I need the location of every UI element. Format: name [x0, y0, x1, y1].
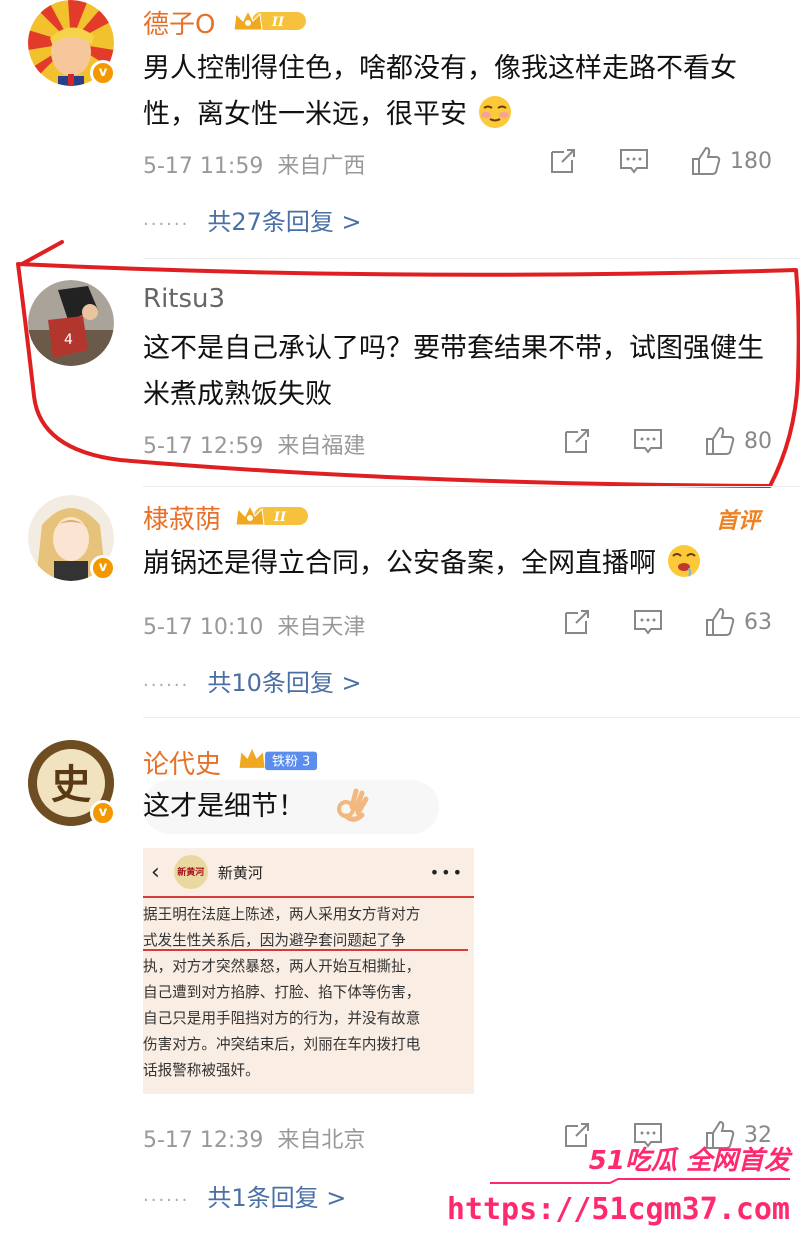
like-button[interactable]: 63 [704, 606, 772, 638]
verified-badge-icon: v [90, 800, 116, 826]
card-text: 据王明在法庭上陈述，两人采用女方背对方 式发生性关系后，因为避孕套问题起了争 执… [143, 902, 470, 1084]
verified-badge-icon: v [90, 555, 116, 581]
share-button[interactable] [562, 607, 592, 637]
like-count: 63 [744, 609, 772, 635]
share-icon [551, 149, 575, 173]
card-line: 据王明在法庭上陈述，两人采用女方背对方 [143, 906, 421, 923]
card-line: 执，对方才突然暴怒，两人开始互相撕扯， [143, 958, 421, 975]
comment-text-content: 崩锅还是得立合同，公安备案，全网直播啊 [143, 548, 656, 579]
first-comment-label: 首评 [715, 509, 760, 534]
dots-icon: ······ [143, 214, 190, 235]
watermark-brand: 51吃瓜 全网首发 [588, 1146, 790, 1176]
member-level-badge-icon: II [233, 9, 306, 31]
username[interactable]: 棣菽荫 [143, 499, 221, 536]
drool-emoji-icon [667, 545, 700, 577]
replies-text: 共27条回复 > [207, 208, 362, 236]
comment-date: 5-17 10:10 [143, 615, 264, 640]
comment-meta: 5-17 12:39 来自北京 [143, 1122, 365, 1154]
news-screenshot-card[interactable]: ‹ 新黄河 新黄河 ••• 据王明在法庭上陈述，两人采用女方背对方 式发生性关系… [143, 848, 474, 1094]
reply-button[interactable] [618, 146, 650, 176]
comment-date: 5-17 11:59 [143, 154, 264, 179]
level-text: II [273, 510, 287, 525]
ok-hand-emoji-icon [336, 788, 369, 822]
username[interactable]: 德子O [143, 4, 215, 41]
like-button[interactable]: 180 [690, 145, 772, 177]
comment-icon [620, 149, 648, 174]
card-line: 伤害对方。冲突结束后，刘丽在车内拨打电 [143, 1036, 421, 1053]
card-header: ‹ 新黄河 新黄河 ••• [143, 848, 474, 896]
card-line: 自己只是用手阻挡对方的行为，并没有故意 [143, 1010, 421, 1027]
level-text: II [271, 15, 285, 30]
source-logo-icon: 新黄河 [173, 855, 208, 889]
comment-meta: 5-17 10:10 来自天津 [143, 609, 365, 641]
comment-text: 男人控制得住色，啥都没有，像我这样走路不看女性，离女性一米远，很平安 [143, 46, 773, 138]
view-replies-link[interactable]: ······ 共1条回复 > [143, 1178, 346, 1213]
comment-actions: 180 [548, 144, 772, 178]
fan-badge-icon: 铁粉 3 [238, 746, 318, 771]
card-line: 自己遭到对方掐脖、打脸、掐下体等伤害， [143, 984, 421, 1001]
thumbs-up-icon [692, 146, 721, 175]
dots-icon: ······ [143, 1190, 190, 1211]
red-rule [143, 896, 474, 898]
view-replies-link[interactable]: ······ 共10条回复 > [143, 663, 362, 698]
comment-text: 崩锅还是得立合同，公安备案，全网直播啊 [143, 541, 773, 587]
replies-text: 共1条回复 > [207, 1184, 347, 1212]
avatar-char: 史 [51, 761, 91, 808]
like-count: 180 [730, 148, 772, 174]
comment-location: 来自天津 [277, 615, 366, 640]
watermark-url: https://51cgm37.com [446, 1192, 790, 1227]
username[interactable]: 论代史 [143, 744, 221, 781]
view-replies-link[interactable]: ······ 共27条回复 > [143, 202, 362, 237]
divider [143, 717, 800, 718]
comment-location: 来自广西 [277, 154, 366, 179]
card-line: 话报警称被强奸。 [143, 1062, 260, 1079]
verified-badge-icon: v [90, 60, 116, 86]
more-icon: ••• [429, 862, 464, 882]
comment-text-content: 男人控制得住色，啥都没有，像我这样走路不看女性，离女性一米远，很平安 [143, 53, 737, 130]
back-chevron-icon: ‹ [151, 859, 160, 885]
dots-icon: ······ [143, 675, 190, 696]
share-icon [565, 610, 589, 634]
comment-meta: 5-17 11:59 来自广西 [143, 148, 365, 180]
logo-text: 新黄河 [177, 868, 205, 878]
member-level-badge-icon: II [235, 504, 308, 526]
watermark: 51吃瓜 全网首发 https://51cgm37.com [447, 1140, 790, 1240]
comment-date: 5-17 12:39 [143, 1128, 264, 1153]
replies-text: 共10条回复 > [207, 669, 362, 697]
reply-button[interactable] [632, 607, 664, 637]
watermark-line [490, 1178, 790, 1184]
share-button[interactable] [548, 146, 578, 176]
comment-item: v 德子O II 男人控制得住色，啥都没有，像我这样走路不看女性，离女性一米远，… [0, 0, 800, 250]
card-source-name: 新黄河 [217, 863, 263, 882]
comment-text: 这才是细节！ [143, 784, 773, 830]
fan-badge-text: 铁粉 3 [272, 755, 310, 770]
comment-text-content: 这才是细节！ [143, 791, 305, 822]
comment-item: v 棣菽荫 II 首评 崩锅还是得立合同，公安备案，全网直播啊 5-17 10:… [0, 495, 800, 715]
comment-actions: 63 [562, 605, 772, 639]
comment-icon [634, 610, 662, 635]
red-annotation-outline [16, 240, 800, 488]
smirk-emoji-icon [478, 96, 511, 128]
card-line: 式发生性关系后，因为避孕套问题起了争 [143, 932, 406, 949]
thumbs-up-icon [706, 607, 735, 636]
comment-location: 来自北京 [277, 1128, 366, 1153]
divider [143, 486, 800, 487]
